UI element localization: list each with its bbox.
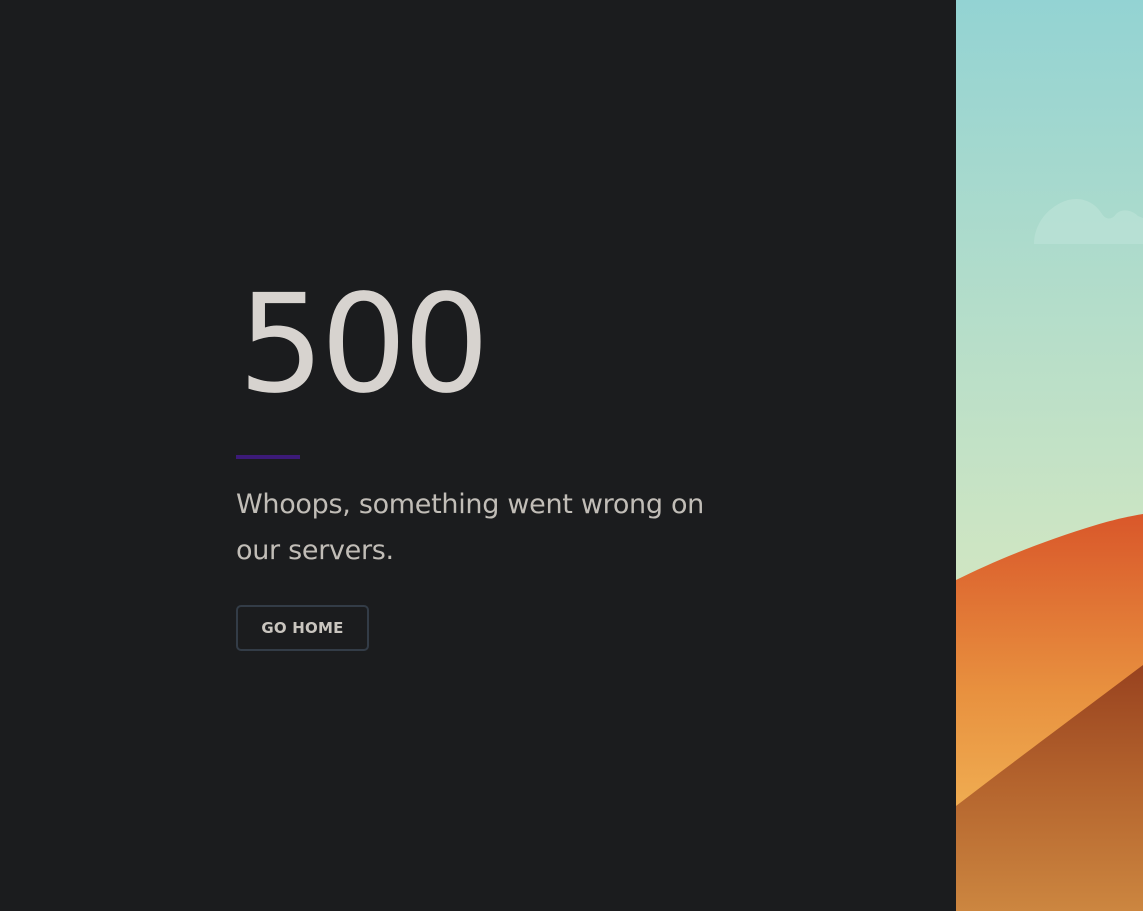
- desert-landscape-illustration: [956, 0, 1143, 911]
- go-home-button[interactable]: GO HOME: [236, 605, 369, 651]
- error-code: 500: [238, 266, 490, 424]
- accent-divider: [236, 455, 300, 459]
- error-content: 500 Whoops, something went wrong on our …: [236, 266, 736, 651]
- error-page: 500 Whoops, something went wrong on our …: [0, 0, 1143, 911]
- error-message: Whoops, something went wrong on our serv…: [236, 489, 704, 566]
